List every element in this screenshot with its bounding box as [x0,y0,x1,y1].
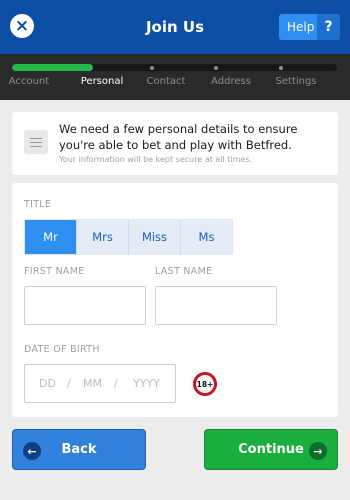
document-icon [24,130,48,154]
step-settings: Settings [275,76,317,87]
step-account: Account [8,76,50,87]
dob-month-input[interactable]: MM [83,377,102,390]
help-button[interactable]: Help ? [279,14,340,40]
step-dot-contact [150,66,154,70]
progress-fill [12,64,94,71]
step-contact: Contact [146,76,186,87]
dob-label: DATE OF BIRTH [24,344,100,355]
info-message: We need a few personal details to ensure… [59,122,298,152]
step-dot-address [214,66,218,70]
app-header: × Join Us Help ? [0,0,350,54]
last-name-label: LAST NAME [155,266,213,277]
continue-label: Continue [238,442,304,457]
dob-day-input[interactable]: DD [39,377,56,390]
back-label: Back [61,442,97,457]
dob-separator: / [114,377,118,390]
title-label: TITLE [24,199,52,210]
dob-year-input[interactable]: YYYY [133,377,160,390]
first-name-field[interactable] [24,286,146,325]
info-card: We need a few personal details to ensure… [12,112,338,175]
title-option-mr[interactable]: Mr [25,220,77,254]
last-name-field[interactable] [155,286,277,325]
help-icon: ? [317,14,340,40]
close-button[interactable]: × [10,14,34,38]
step-personal: Personal [80,76,124,87]
title-selector: Mr Mrs Miss Ms [24,219,233,255]
progress-steps: Account Personal Contact Address Setting… [0,54,350,100]
date-of-birth-field[interactable]: DD / MM / YYYY [24,364,176,403]
progress-track [12,64,337,71]
personal-details-form: TITLE Mr Mrs Miss Ms FIRST NAME LAST NAM… [12,183,338,417]
info-note: Your information will be kept secure at … [59,155,253,164]
dob-separator: / [67,377,71,390]
continue-button[interactable]: Continue → [204,429,338,470]
close-icon: × [14,15,30,36]
arrow-left-icon: ← [23,442,41,460]
help-label: Help [287,20,315,34]
title-option-mrs[interactable]: Mrs [77,220,129,254]
step-dot-settings [279,66,283,70]
title-option-miss[interactable]: Miss [129,220,181,254]
back-button[interactable]: ← Back [12,429,146,470]
title-option-ms[interactable]: Ms [181,220,232,254]
first-name-label: FIRST NAME [24,266,85,277]
arrow-right-icon: → [309,442,327,460]
page-title: Join Us [145,18,205,36]
step-address: Address [211,76,251,87]
age-restriction-badge: 18+ [193,372,217,396]
